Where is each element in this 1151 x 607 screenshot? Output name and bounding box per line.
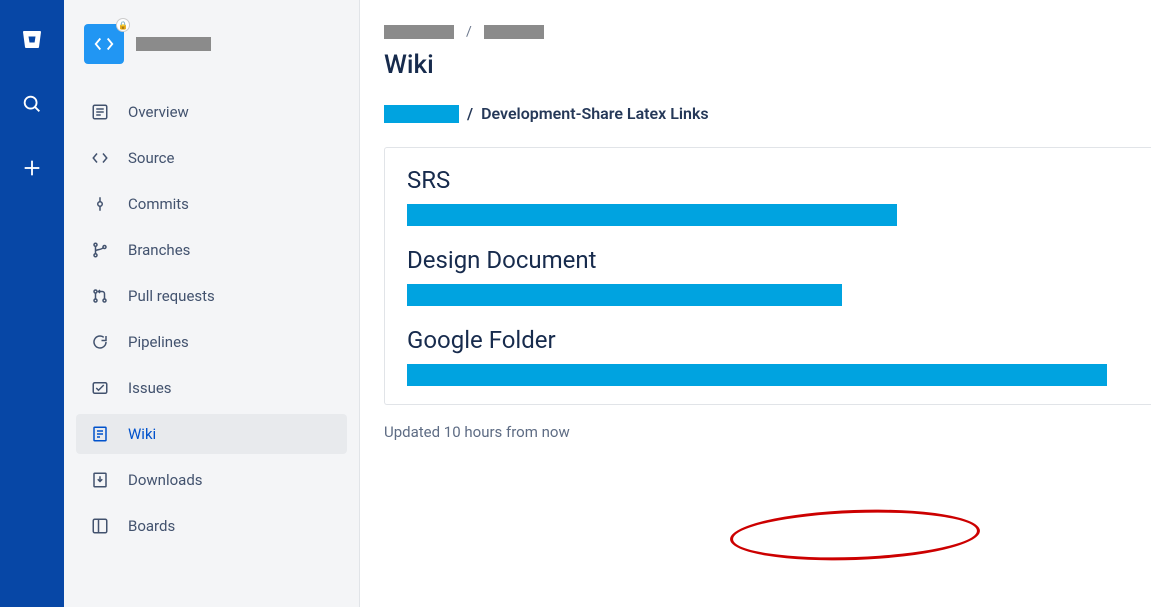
sidebar-item-pipelines[interactable]: Pipelines bbox=[76, 322, 347, 362]
sidebar-item-label: Commits bbox=[128, 195, 189, 213]
wiki-path: Development-Share Latex Links bbox=[481, 104, 709, 123]
wiki-section-google-folder: Google Folder bbox=[407, 326, 1129, 386]
branches-icon bbox=[90, 240, 110, 260]
sidebar-item-boards[interactable]: Boards bbox=[76, 506, 347, 546]
sidebar-item-downloads[interactable]: Downloads bbox=[76, 460, 347, 500]
pipelines-icon bbox=[90, 332, 110, 352]
bitbucket-logo-icon[interactable] bbox=[12, 20, 52, 60]
sidebar-item-pull-requests[interactable]: Pull requests bbox=[76, 276, 347, 316]
wiki-link-redacted[interactable] bbox=[407, 284, 842, 306]
wiki-link-redacted[interactable] bbox=[407, 364, 1107, 386]
page-title: Wiki bbox=[384, 50, 1151, 80]
wiki-section-title: SRS bbox=[407, 166, 1129, 194]
breadcrumb-item-redacted[interactable] bbox=[484, 25, 544, 39]
add-icon[interactable] bbox=[12, 148, 52, 188]
wiki-link-redacted[interactable] bbox=[407, 204, 897, 226]
search-icon[interactable] bbox=[12, 84, 52, 124]
sidebar-item-label: Issues bbox=[128, 379, 172, 397]
breadcrumb-separator: / bbox=[466, 24, 472, 40]
sidebar-item-label: Downloads bbox=[128, 471, 203, 489]
source-icon bbox=[90, 148, 110, 168]
project-name-redacted bbox=[136, 37, 211, 51]
downloads-icon bbox=[90, 470, 110, 490]
pull-requests-icon bbox=[90, 286, 110, 306]
project-sidebar: 🔒 Overview Source Commits Branches Pull … bbox=[64, 0, 360, 607]
sidebar-item-label: Source bbox=[128, 149, 174, 167]
project-header[interactable]: 🔒 bbox=[76, 16, 347, 72]
lock-icon: 🔒 bbox=[116, 18, 130, 32]
sidebar-item-issues[interactable]: Issues bbox=[76, 368, 347, 408]
sidebar-item-overview[interactable]: Overview bbox=[76, 92, 347, 132]
wiki-content-box: SRS Design Document Google Folder bbox=[384, 147, 1151, 405]
breadcrumb: / bbox=[384, 24, 1151, 40]
annotation-ellipse bbox=[729, 506, 981, 565]
sidebar-item-source[interactable]: Source bbox=[76, 138, 347, 178]
wiki-section-title: Design Document bbox=[407, 246, 1129, 274]
global-nav bbox=[0, 0, 64, 607]
sidebar-item-label: Branches bbox=[128, 241, 190, 259]
sidebar-item-label: Boards bbox=[128, 517, 175, 535]
wiki-section-design-document: Design Document bbox=[407, 246, 1129, 306]
wiki-breadcrumb: / Development-Share Latex Links bbox=[384, 104, 1151, 123]
wiki-breadcrumb-redacted[interactable] bbox=[384, 105, 459, 123]
updated-text: Updated 10 hours from now bbox=[384, 423, 570, 441]
sidebar-item-commits[interactable]: Commits bbox=[76, 184, 347, 224]
sidebar-item-label: Pull requests bbox=[128, 287, 215, 305]
sidebar-item-label: Overview bbox=[128, 103, 189, 121]
sidebar-item-branches[interactable]: Branches bbox=[76, 230, 347, 270]
wiki-section-srs: SRS bbox=[407, 166, 1129, 226]
wiki-section-title: Google Folder bbox=[407, 326, 1129, 354]
breadcrumb-item-redacted[interactable] bbox=[384, 25, 454, 39]
main-content: / Wiki / Development-Share Latex Links S… bbox=[360, 0, 1151, 607]
commits-icon bbox=[90, 194, 110, 214]
sidebar-item-wiki[interactable]: Wiki bbox=[76, 414, 347, 454]
sidebar-item-label: Pipelines bbox=[128, 333, 189, 351]
boards-icon bbox=[90, 516, 110, 536]
overview-icon bbox=[90, 102, 110, 122]
sidebar-item-label: Wiki bbox=[128, 425, 156, 443]
issues-icon bbox=[90, 378, 110, 398]
wiki-icon bbox=[90, 424, 110, 444]
wiki-breadcrumb-sep: / bbox=[467, 104, 473, 123]
project-avatar: 🔒 bbox=[84, 24, 124, 64]
